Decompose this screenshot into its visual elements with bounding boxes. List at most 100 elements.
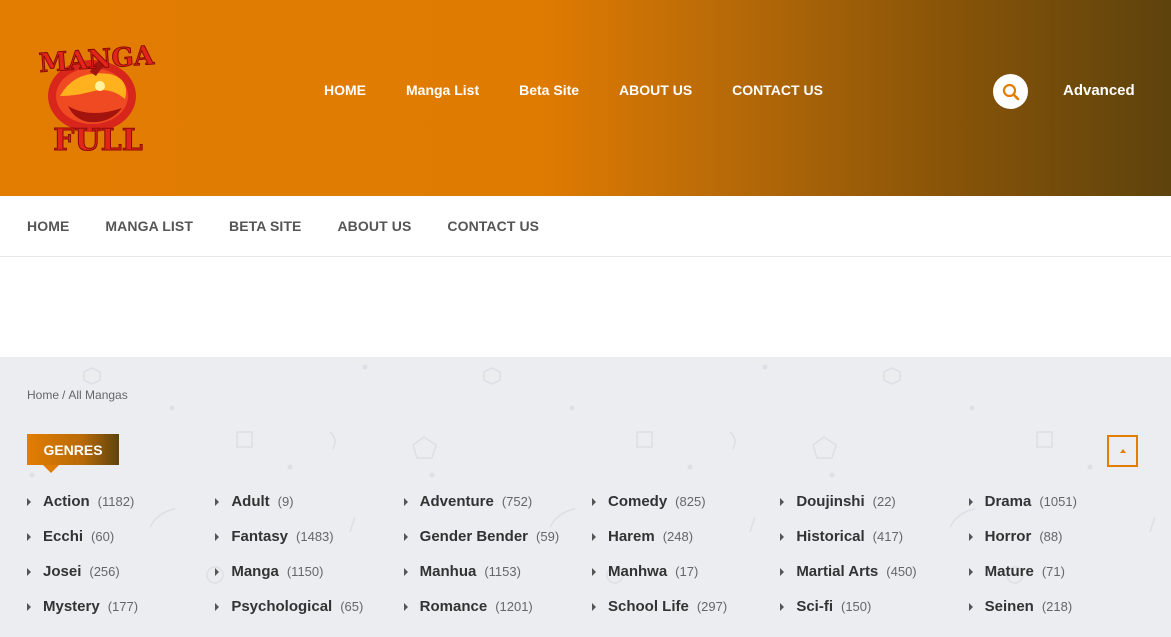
genre-name[interactable]: Adventure xyxy=(420,493,494,510)
genre-count: (60) xyxy=(91,529,115,544)
genre-item[interactable]: Comedy (825) xyxy=(591,493,780,528)
caret-right-icon xyxy=(403,533,408,541)
top-nav-beta-site[interactable]: Beta Site xyxy=(519,82,579,98)
genre-name[interactable]: Sci-fi xyxy=(796,598,833,615)
caret-right-icon xyxy=(403,498,408,506)
top-nav: HOME Manga List Beta Site ABOUT US CONTA… xyxy=(324,82,823,98)
genre-item[interactable]: Seinen (218) xyxy=(968,598,1157,633)
genre-item[interactable]: Doujinshi (22) xyxy=(780,493,968,528)
genre-count: (17) xyxy=(675,564,699,579)
genre-name[interactable]: Doujinshi xyxy=(796,493,864,510)
caret-right-icon xyxy=(591,568,596,576)
genre-name[interactable]: Ecchi xyxy=(43,528,83,545)
top-nav-about-us[interactable]: ABOUT US xyxy=(619,82,692,98)
caret-right-icon xyxy=(27,533,31,541)
genre-name[interactable]: Drama xyxy=(985,493,1032,510)
genre-row: Josei (256) Manga (1150) Manhua (1153) Manhwa (… xyxy=(27,563,1157,598)
genre-item[interactable]: Gender Bender (59) xyxy=(403,528,592,563)
genre-item[interactable]: Harem (248) xyxy=(591,528,780,563)
genre-item[interactable]: Historical (417) xyxy=(780,528,968,563)
genre-count: (825) xyxy=(675,494,706,509)
caret-right-icon xyxy=(215,568,220,576)
genre-name[interactable]: Josei xyxy=(43,563,81,580)
genre-name[interactable]: Comedy xyxy=(608,493,667,510)
genre-name[interactable]: Manhua xyxy=(420,563,477,580)
genre-name[interactable]: Mature xyxy=(985,563,1034,580)
search-button[interactable] xyxy=(993,74,1028,109)
genre-name[interactable]: Action xyxy=(43,493,90,510)
genre-count: (9) xyxy=(277,494,294,509)
caret-right-icon xyxy=(591,498,596,506)
genre-name[interactable]: Harem xyxy=(608,528,655,545)
genre-count: (150) xyxy=(841,599,872,614)
genre-count: (59) xyxy=(536,529,560,544)
genre-name[interactable]: School Life xyxy=(608,598,689,615)
caret-right-icon xyxy=(780,533,785,541)
caret-right-icon xyxy=(780,498,785,506)
caret-right-icon xyxy=(403,568,408,576)
genre-item[interactable]: Sci-fi (150) xyxy=(780,598,968,633)
site-logo[interactable]: MANGA FULL xyxy=(30,24,165,159)
caret-right-icon xyxy=(27,603,31,611)
top-nav-home[interactable]: HOME xyxy=(324,82,366,98)
genre-item[interactable]: Manhua (1153) xyxy=(403,563,592,598)
genre-item[interactable]: Manga (1150) xyxy=(215,563,403,598)
genre-item[interactable]: Adult (9) xyxy=(215,493,403,528)
genre-count: (1182) xyxy=(97,494,135,509)
genre-name[interactable]: Gender Bender xyxy=(420,528,528,545)
genre-item[interactable]: School Life (297) xyxy=(591,598,780,633)
genre-item[interactable]: Fantasy (1483) xyxy=(215,528,403,563)
scroll-top-button[interactable] xyxy=(1107,435,1138,467)
top-nav-manga-list[interactable]: Manga List xyxy=(406,82,479,98)
caret-right-icon xyxy=(780,568,785,576)
genre-item[interactable]: Adventure (752) xyxy=(403,493,592,528)
main-content: Home / All Mangas GENRES Action (1182) Adult… xyxy=(0,357,1171,637)
genre-item[interactable]: Romance (1201) xyxy=(403,598,592,633)
search-icon xyxy=(1002,83,1019,100)
sub-nav-contact-us[interactable]: CONTACT US xyxy=(447,218,539,234)
genre-item[interactable]: Horror (88) xyxy=(968,528,1157,563)
genre-name[interactable]: Historical xyxy=(796,528,864,545)
genre-item[interactable]: Mystery (177) xyxy=(27,598,215,633)
genre-count: (71) xyxy=(1041,564,1065,579)
caret-right-icon xyxy=(403,603,408,611)
genre-name[interactable]: Manhwa xyxy=(608,563,667,580)
genre-count: (88) xyxy=(1039,529,1063,544)
genre-name[interactable]: Martial Arts xyxy=(796,563,878,580)
genre-item[interactable]: Action (1182) xyxy=(27,493,215,528)
genre-row: Ecchi (60) Fantasy (1483) Gender Bender (59) H… xyxy=(27,528,1157,563)
caret-right-icon xyxy=(215,498,220,506)
genre-name[interactable]: Romance xyxy=(420,598,488,615)
genre-name[interactable]: Mystery xyxy=(43,598,100,615)
breadcrumb-home[interactable]: Home xyxy=(27,388,59,402)
top-nav-contact-us[interactable]: CONTACT US xyxy=(732,82,823,98)
genre-name[interactable]: Psychological xyxy=(231,598,332,615)
genre-name[interactable]: Adult xyxy=(231,493,269,510)
caret-right-icon xyxy=(27,568,31,576)
caret-right-icon xyxy=(215,533,220,541)
genre-list: Action (1182) Adult (9) Adventure (752) Comedy… xyxy=(27,493,1157,633)
breadcrumb-current: All Mangas xyxy=(68,388,128,402)
genre-item[interactable]: Mature (71) xyxy=(968,563,1157,598)
genre-name[interactable]: Seinen xyxy=(985,598,1034,615)
sub-nav-about-us[interactable]: ABOUT US xyxy=(337,218,411,234)
genre-item[interactable]: Manhwa (17) xyxy=(591,563,780,598)
breadcrumb-separator: / xyxy=(62,388,66,402)
genre-name[interactable]: Horror xyxy=(985,528,1032,545)
genre-name[interactable]: Manga xyxy=(231,563,279,580)
genre-item[interactable]: Drama (1051) xyxy=(968,493,1157,528)
genre-item[interactable]: Martial Arts (450) xyxy=(780,563,968,598)
genre-item[interactable]: Josei (256) xyxy=(27,563,215,598)
caret-up-icon xyxy=(1119,449,1126,453)
genre-name[interactable]: Fantasy xyxy=(231,528,288,545)
sub-nav-manga-list[interactable]: MANGA LIST xyxy=(105,218,193,234)
genre-count: (65) xyxy=(340,599,364,614)
genre-row: Action (1182) Adult (9) Adventure (752) Comedy… xyxy=(27,493,1157,528)
genre-item[interactable]: Psychological (65) xyxy=(215,598,403,633)
advanced-search-link[interactable]: Advanced xyxy=(1063,82,1135,99)
genre-count: (1201) xyxy=(495,599,533,614)
sub-nav-beta-site[interactable]: BETA SITE xyxy=(229,218,301,234)
genre-count: (1150) xyxy=(286,564,324,579)
sub-nav-home[interactable]: HOME xyxy=(27,218,69,234)
genre-item[interactable]: Ecchi (60) xyxy=(27,528,215,563)
